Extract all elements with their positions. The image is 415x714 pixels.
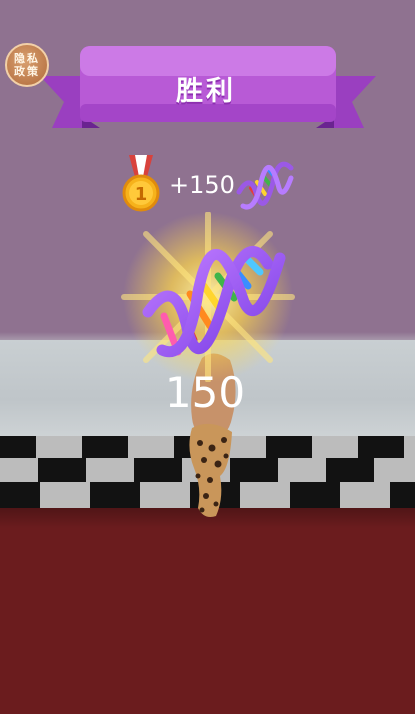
reward-amount-label: +150 — [169, 171, 235, 199]
checker-tile — [38, 458, 86, 482]
checker-tile — [82, 436, 128, 458]
banner-title: 胜利 — [176, 75, 236, 107]
checker-tile — [0, 436, 36, 458]
floor — [0, 508, 415, 714]
checker-tile — [134, 458, 182, 482]
privacy-policy-button[interactable]: 隐私政策 — [5, 43, 49, 87]
privacy-policy-label: 隐私政策 — [14, 52, 40, 78]
checker-tile — [128, 436, 174, 458]
checker-tile — [0, 458, 38, 482]
checker-tile — [374, 458, 415, 482]
dna-glow-icon — [121, 212, 295, 382]
checker-tile — [0, 482, 40, 508]
game-scene: 150 1 +150 胜利 隐私政策 — [0, 0, 415, 714]
checker-tile — [290, 482, 340, 508]
checker-tile — [326, 458, 374, 482]
checker-tile — [266, 436, 312, 458]
checker-tile — [40, 482, 90, 508]
gold-medal-icon: 1 — [122, 155, 160, 212]
checker-tile — [278, 458, 326, 482]
checker-tile — [86, 458, 134, 482]
checker-tile — [340, 482, 390, 508]
checker-tile — [240, 482, 290, 508]
medal-rank-label: 1 — [135, 184, 148, 205]
checker-tile — [404, 436, 415, 458]
dna-icon — [236, 161, 294, 210]
checker-tile — [36, 436, 82, 458]
dna-amount-text: 150 — [164, 368, 246, 417]
checker-tile — [390, 482, 415, 508]
checker-tile — [90, 482, 140, 508]
checker-tile — [312, 436, 358, 458]
checker-tile — [358, 436, 404, 458]
